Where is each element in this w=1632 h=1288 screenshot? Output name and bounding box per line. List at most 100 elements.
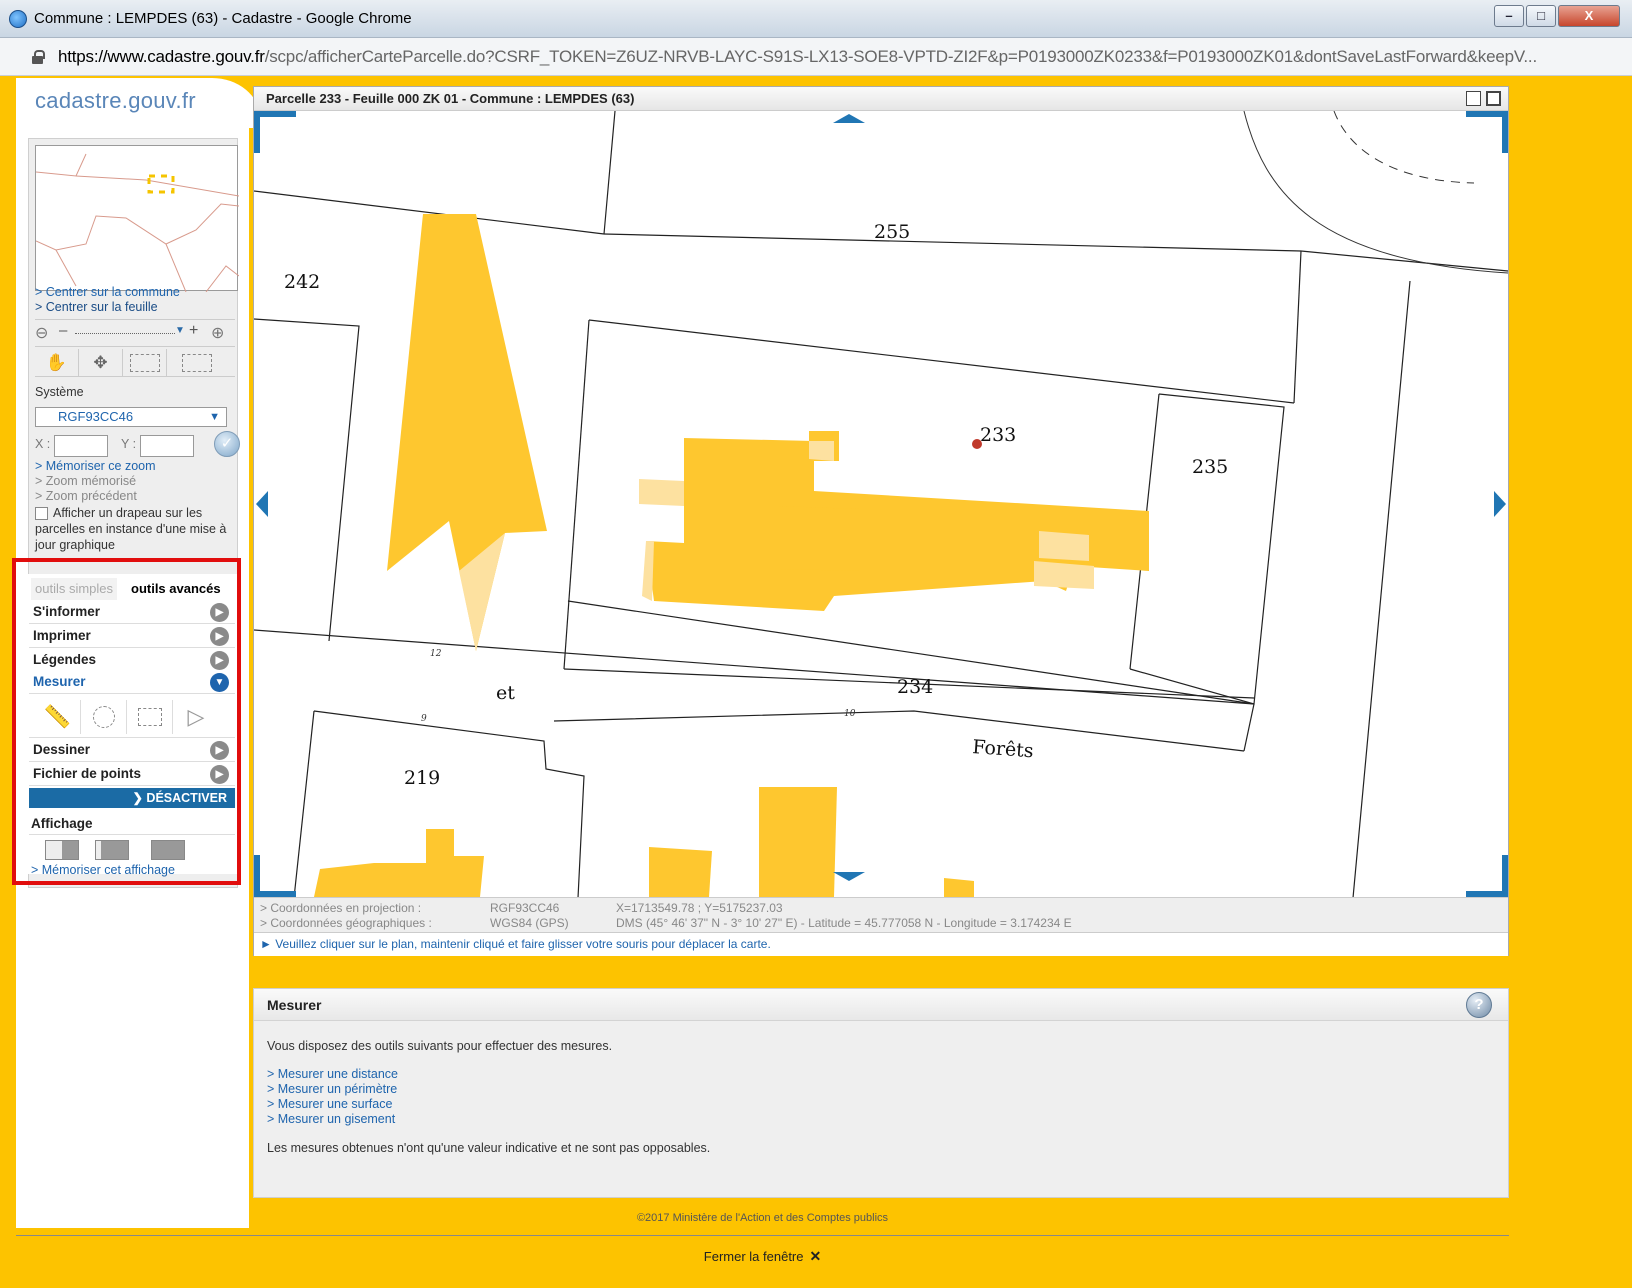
memoriser-affichage-link[interactable]: > Mémoriser cet affichage (31, 863, 175, 877)
number-9-label: 9 (421, 714, 427, 724)
zoom-in-icon[interactable]: ⊕ (211, 323, 224, 343)
close-x-icon: ✕ (809, 1248, 822, 1264)
chevron-down-icon: ▼ (210, 673, 229, 692)
close-window-link[interactable]: Fermer la fenêtre ✕ (16, 1248, 1509, 1265)
lock-icon (32, 50, 45, 64)
zoom-out-icon[interactable]: ⊖ (35, 323, 48, 343)
restore-window-icon[interactable] (1466, 91, 1481, 106)
minimize-button[interactable]: – (1494, 5, 1524, 27)
maximize-map-icon[interactable] (1486, 91, 1501, 106)
parcel-255-label: 255 (874, 221, 910, 243)
center-feuille-link[interactable]: > Centrer sur la feuille (35, 300, 158, 314)
zoom-slider-handle[interactable]: ▼ (175, 325, 185, 336)
cadastral-map[interactable]: 255 242 233 235 234 219 et Forêts 12 9 1… (254, 111, 1508, 897)
pan-hand-icon[interactable]: ✋ (35, 349, 79, 377)
zoom-extent-icon[interactable] (175, 349, 219, 377)
navigation-tools-row: ✋ ✥ (35, 349, 235, 377)
zoom-box-icon[interactable] (123, 349, 167, 377)
mesurer-gisement-link[interactable]: > Mesurer un gisement (267, 1112, 395, 1126)
memoriser-zoom-link[interactable]: > Mémoriser ce zoom (35, 459, 156, 473)
display-mode-2-icon[interactable] (95, 840, 129, 860)
desactiver-button[interactable]: ❯ DÉSACTIVER (29, 788, 235, 808)
street-forets-label: Forêts (972, 736, 1035, 762)
gisement-angle-icon[interactable]: ▷ (173, 700, 219, 734)
zoom-precedent-link[interactable]: > Zoom précédent (35, 489, 137, 503)
zoom-slider-track[interactable] (75, 333, 175, 334)
advanced-tools-panel-lower: Mesurer ▼ 📏 ▷ Dessiner ▶ Fichier de points… (27, 670, 237, 860)
tab-outils-avances[interactable]: outils avancés (127, 578, 225, 600)
chevron-right-icon: ▶ (210, 741, 229, 760)
affichage-divider (29, 834, 235, 835)
pan-right-icon[interactable] (1494, 491, 1506, 517)
overview-minimap[interactable] (35, 145, 240, 293)
mesurer-perimetre-link[interactable]: > Mesurer un périmètre (267, 1082, 397, 1096)
chevron-right-icon: ▶ (210, 651, 229, 670)
menu-sinformer[interactable]: S'informer ▶ (29, 600, 235, 624)
menu-imprimer[interactable]: Imprimer ▶ (29, 624, 235, 648)
tools-tabs: outils simples outils avancés (31, 578, 231, 600)
ruler-icon[interactable]: 📏 (35, 700, 81, 734)
menu-legendes[interactable]: Légendes ▶ (29, 648, 235, 672)
tab-outils-simples[interactable]: outils simples (31, 578, 118, 600)
display-mode-3-icon[interactable] (151, 840, 185, 860)
systeme-value: RGF93CC46 (58, 409, 134, 424)
footer: ©2017 Ministère de l'Action et des Compt… (16, 1198, 1509, 1288)
pan-left-icon[interactable] (256, 491, 268, 517)
map-title: Parcelle 233 - Feuille 000 ZK 01 - Commu… (266, 91, 635, 106)
center-crosshair-icon[interactable]: ✥ (79, 349, 123, 377)
site-logo: cadastre.gouv.fr (16, 78, 260, 128)
coord-proj-system: RGF93CC46 (490, 901, 560, 915)
mesurer-panel-header: Mesurer ? (254, 989, 1508, 1021)
menu-dessiner-label: Dessiner (33, 742, 91, 757)
systeme-select[interactable]: RGF93CC46 ▼ (35, 407, 227, 427)
browser-titlebar: Commune : LEMPDES (63) - Cadastre - Goog… (0, 0, 1632, 38)
perimeter-circle-icon[interactable] (81, 700, 127, 734)
y-input[interactable] (140, 435, 194, 457)
copyright-text: ©2017 Ministère de l'Action et des Compt… (636, 1212, 889, 1224)
measure-tools-row: 📏 ▷ (29, 694, 235, 738)
map-header: Parcelle 233 - Feuille 000 ZK 01 - Commu… (254, 87, 1508, 111)
maximize-button[interactable]: □ (1526, 5, 1556, 27)
zoom-plus-label: + (189, 322, 199, 339)
parcel-233-label: 233 (980, 424, 1016, 446)
parcel-234-label: 234 (897, 676, 933, 698)
menu-fichier-points[interactable]: Fichier de points ▶ (29, 762, 235, 786)
menu-mesurer[interactable]: Mesurer ▼ (29, 670, 235, 694)
surface-rect-icon[interactable] (127, 700, 173, 734)
url-text[interactable]: https://www.cadastre.gouv.fr/scpc/affich… (58, 47, 1537, 67)
help-icon[interactable]: ? (1466, 992, 1492, 1018)
pan-up-icon[interactable] (833, 114, 865, 123)
validate-coords-button[interactable]: ✓ (214, 431, 240, 457)
mesurer-panel-title: Mesurer (267, 997, 322, 1013)
logo-text: cadastre.gouv.fr (35, 88, 196, 113)
mesurer-intro: Vous disposez des outils suivants pour e… (267, 1039, 613, 1053)
x-label: X : (35, 437, 51, 451)
parcel-219-label: 219 (404, 767, 440, 789)
center-commune-link[interactable]: > Centrer sur la commune (35, 285, 180, 299)
coord-geo-system: WGS84 (GPS) (490, 916, 569, 930)
zoom-memorise-link[interactable]: > Zoom mémorisé (35, 474, 136, 488)
minimap-drawing (35, 153, 240, 293)
menu-dessiner[interactable]: Dessiner ▶ (29, 738, 235, 762)
coord-proj-label: > Coordonnées en projection : (260, 901, 422, 915)
map-drawing: 255 242 233 235 234 219 et Forêts 12 9 1… (254, 111, 1508, 897)
address-bar[interactable]: https://www.cadastre.gouv.fr/scpc/affich… (0, 38, 1632, 76)
mesurer-surface-link[interactable]: > Mesurer une surface (267, 1097, 392, 1111)
menu-fichier-points-label: Fichier de points (33, 766, 142, 781)
desactiver-label: DÉSACTIVER (146, 791, 227, 805)
parcel-242-label: 242 (284, 271, 320, 293)
drapeau-label: Afficher un drapeau sur les parcelles en… (35, 506, 227, 552)
systeme-label: Système (35, 385, 84, 399)
zoom-slider-row: ⊖ – ▼ + ⊕ (35, 319, 235, 347)
chevron-right-icon: ▶ (210, 627, 229, 646)
close-window-button[interactable]: X (1558, 5, 1620, 27)
coordinates-panel: > Coordonnées en projection : RGF93CC46 … (254, 897, 1508, 932)
zoom-minus-label: – (59, 322, 68, 339)
drapeau-checkbox[interactable] (35, 507, 48, 520)
mesurer-distance-link[interactable]: > Mesurer une distance (267, 1067, 398, 1081)
map-window: Parcelle 233 - Feuille 000 ZK 01 - Commu… (253, 86, 1509, 956)
pan-down-icon[interactable] (833, 872, 865, 881)
display-mode-1-icon[interactable] (45, 840, 79, 860)
x-input[interactable] (54, 435, 108, 457)
menu-legendes-label: Légendes (33, 652, 97, 667)
